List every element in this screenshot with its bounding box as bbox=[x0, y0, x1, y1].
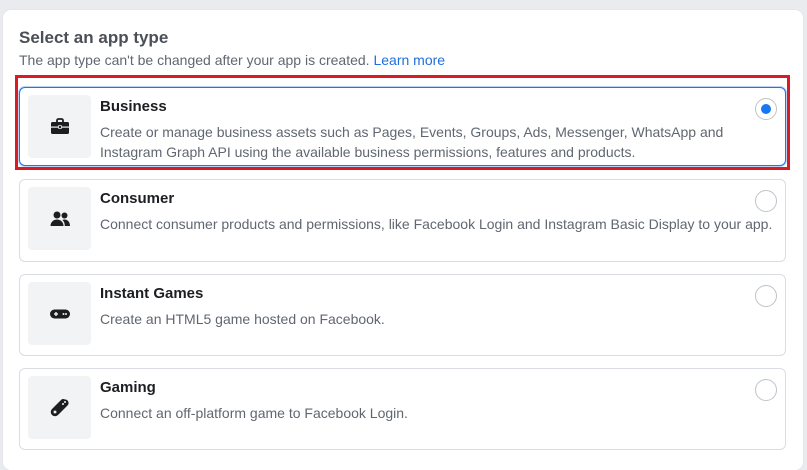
subtitle-text: The app type can't be changed after your… bbox=[19, 52, 370, 68]
gamepad-icon bbox=[50, 398, 69, 416]
gaming-description: Connect an off-platform game to Facebook… bbox=[100, 405, 408, 421]
consumer-description: Connect consumer products and permission… bbox=[100, 216, 773, 232]
instant-games-icon-box bbox=[28, 282, 91, 345]
gaming-radio[interactable] bbox=[755, 379, 777, 401]
business-icon-box bbox=[28, 95, 91, 158]
instant-games-description: Create an HTML5 game hosted on Facebook. bbox=[100, 311, 385, 327]
app-type-card-business[interactable]: Business Create or manage business asset… bbox=[19, 87, 786, 166]
app-type-card-consumer[interactable]: Consumer Connect consumer products and p… bbox=[19, 179, 786, 262]
app-type-panel: Select an app type The app type can't be… bbox=[3, 10, 803, 470]
business-title: Business bbox=[100, 98, 167, 115]
business-description: Create or manage business assets such as… bbox=[100, 124, 724, 160]
game-controller-icon bbox=[49, 309, 70, 318]
learn-more-link[interactable]: Learn more bbox=[373, 52, 445, 68]
briefcase-icon bbox=[50, 117, 69, 134]
people-icon bbox=[50, 211, 70, 226]
business-radio[interactable] bbox=[755, 98, 777, 120]
app-type-card-gaming[interactable]: Gaming Connect an off-platform game to F… bbox=[19, 368, 786, 450]
app-type-card-instant-games[interactable]: Instant Games Create an HTML5 game hoste… bbox=[19, 274, 786, 356]
consumer-icon-box bbox=[28, 187, 91, 250]
instant-games-radio[interactable] bbox=[755, 285, 777, 307]
consumer-title: Consumer bbox=[100, 190, 175, 207]
gaming-title: Gaming bbox=[100, 379, 156, 396]
page-title: Select an app type bbox=[19, 28, 169, 47]
instant-games-title: Instant Games bbox=[100, 285, 204, 302]
consumer-radio[interactable] bbox=[755, 190, 777, 212]
gaming-icon-box bbox=[28, 376, 91, 439]
page-subtitle: The app type can't be changed after your… bbox=[19, 52, 445, 68]
